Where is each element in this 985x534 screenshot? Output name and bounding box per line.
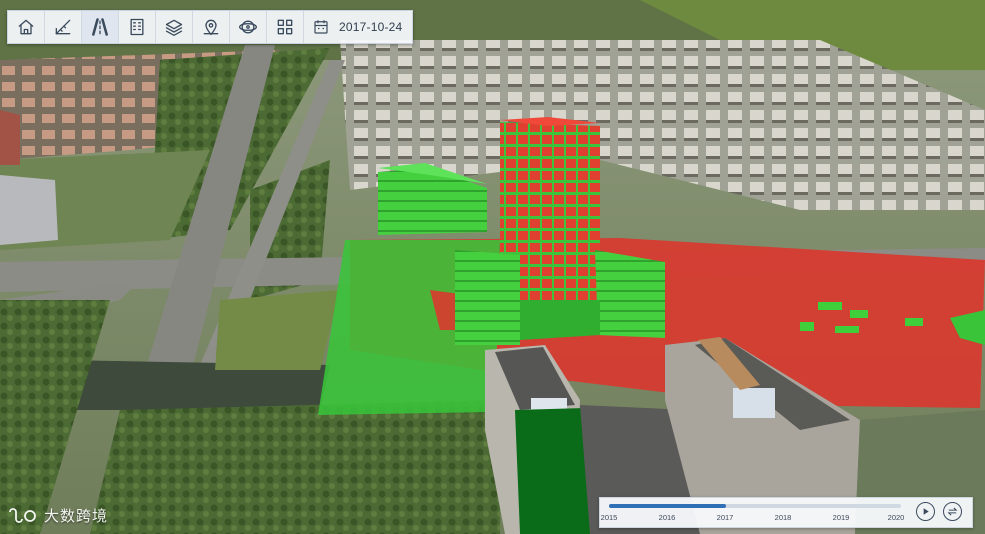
park-south [90, 400, 500, 534]
building-button[interactable] [119, 11, 156, 43]
courtyard-green [515, 408, 590, 534]
year-label: 2016 [658, 513, 676, 522]
small-green-block-5 [905, 318, 923, 326]
year-label: 2018 [774, 513, 792, 522]
foreground-building-right-top [733, 388, 775, 418]
3d-city-viewport[interactable] [0, 0, 985, 534]
logo-text: 大数跨境 [44, 508, 109, 525]
layers-button[interactable] [156, 11, 193, 43]
road-icon [92, 18, 108, 36]
watermark-logo: 大数跨境 [6, 505, 108, 526]
road-button[interactable] [82, 11, 119, 43]
podium-base [520, 300, 600, 340]
measure-button[interactable] [45, 11, 82, 43]
rotate-view-button[interactable] [230, 11, 267, 43]
map-toolbar: 2017-10-24 [7, 10, 414, 44]
year-label: 2017 [716, 513, 734, 522]
time-slider-panel: 2015 2016 2017 2018 2019 2020 [599, 497, 973, 528]
date-picker[interactable]: 2017-10-24 [304, 11, 412, 43]
swap-icon [947, 507, 958, 516]
park-lawn [215, 290, 340, 370]
date-value: 2017-10-24 [339, 20, 403, 34]
layers-icon [165, 19, 183, 36]
map-pin-icon [203, 19, 219, 36]
calendar-icon [314, 20, 328, 34]
play-icon [923, 508, 929, 515]
swap-button[interactable] [943, 502, 962, 521]
measure-icon [55, 19, 71, 35]
red-tower-side [548, 124, 600, 330]
small-green-block-4 [800, 322, 814, 331]
home-button[interactable] [8, 11, 45, 43]
podium-building-center [455, 250, 520, 345]
year-label: 2015 [600, 513, 618, 522]
building-icon [130, 18, 144, 36]
time-slider-track[interactable] [609, 504, 901, 508]
map-location-button[interactable] [193, 11, 230, 43]
small-green-block-2 [850, 310, 868, 318]
small-green-block-3 [835, 326, 859, 333]
grid-icon [277, 19, 293, 35]
infinity-logo-icon [9, 508, 36, 523]
office-building-west [0, 175, 58, 245]
podium-building-right [595, 250, 665, 338]
year-label: 2020 [887, 513, 905, 522]
office-building-west-side [0, 110, 20, 165]
small-green-block-1 [818, 302, 842, 310]
time-slider-progress [609, 504, 726, 508]
play-button[interactable] [916, 502, 935, 521]
year-label: 2019 [832, 513, 850, 522]
orbit-icon [239, 20, 257, 34]
apps-grid-button[interactable] [267, 11, 304, 43]
home-icon [18, 19, 34, 35]
